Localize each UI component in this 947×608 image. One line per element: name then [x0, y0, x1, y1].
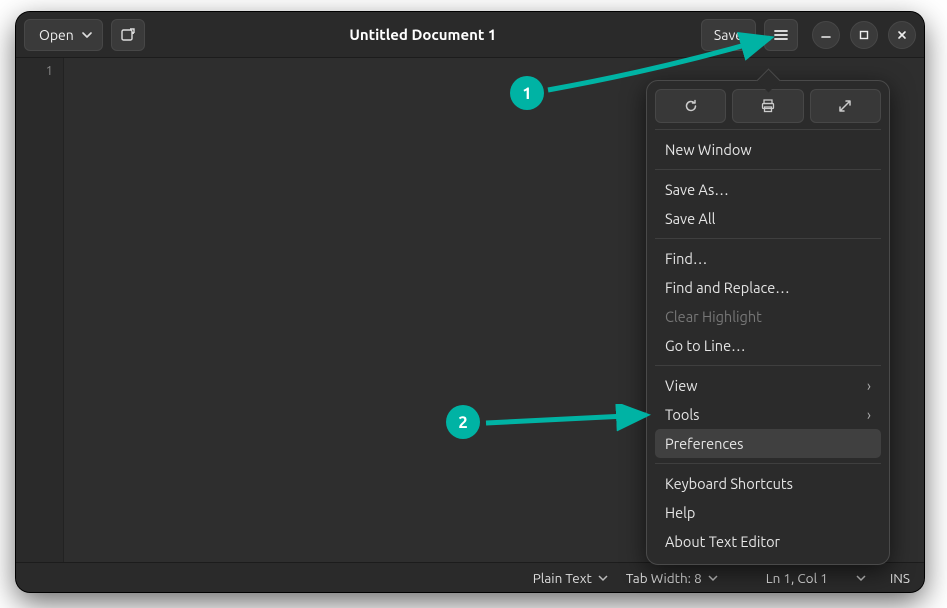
- new-tab-button[interactable]: [111, 19, 145, 51]
- annotation-callout-2: 2: [446, 405, 480, 439]
- status-language-label: Plain Text: [533, 570, 592, 586]
- menu-view[interactable]: View ›: [655, 371, 881, 400]
- new-tab-icon: [120, 27, 136, 43]
- status-tab-width-label: Tab Width: 8: [626, 570, 702, 586]
- menu-label: Help: [665, 504, 695, 521]
- open-label: Open: [39, 27, 74, 43]
- close-icon: [896, 29, 908, 41]
- menu-help[interactable]: Help: [655, 498, 881, 527]
- menu-label: Save As…: [665, 181, 729, 198]
- menu-save-all[interactable]: Save All: [655, 204, 881, 233]
- menu-preferences[interactable]: Preferences: [655, 429, 881, 458]
- menu-label: Preferences: [665, 435, 743, 452]
- menu-goto-line[interactable]: Go to Line…: [655, 331, 881, 360]
- window-controls: [812, 21, 916, 49]
- reload-icon: [683, 98, 699, 114]
- annotation-callout-1: 1: [510, 76, 544, 110]
- menu-label: Tools: [665, 406, 699, 423]
- annotation-arrow-2: [480, 404, 660, 434]
- maximize-icon: [858, 29, 870, 41]
- menu-find-replace[interactable]: Find and Replace…: [655, 273, 881, 302]
- menu-separator: [655, 238, 881, 239]
- menu-save-as[interactable]: Save As…: [655, 175, 881, 204]
- menu-separator: [655, 463, 881, 464]
- chevron-right-icon: ›: [867, 377, 871, 394]
- annotation-arrow-1: [540, 30, 790, 100]
- line-number: 1: [16, 64, 53, 78]
- minimize-icon: [820, 29, 832, 41]
- chevron-down-icon: [82, 30, 92, 40]
- chevron-down-icon: [708, 573, 718, 583]
- line-gutter: 1: [16, 58, 64, 562]
- menu-label: Find…: [665, 250, 707, 267]
- minimize-button[interactable]: [812, 21, 840, 49]
- menu-label: View: [665, 377, 697, 394]
- chevron-down-icon: [598, 573, 608, 583]
- fullscreen-icon: [838, 99, 852, 113]
- annotation-number: 1: [522, 84, 532, 103]
- menu-label: Save All: [665, 210, 715, 227]
- menu-label: Find and Replace…: [665, 279, 790, 296]
- menu-label: About Text Editor: [665, 533, 780, 550]
- open-button[interactable]: Open: [24, 19, 103, 51]
- menu-new-window[interactable]: New Window: [655, 135, 881, 164]
- chevron-right-icon: ›: [867, 406, 871, 423]
- fullscreen-button[interactable]: [810, 89, 881, 123]
- menu-keyboard-shortcuts[interactable]: Keyboard Shortcuts: [655, 469, 881, 498]
- chevron-down-icon[interactable]: [856, 573, 866, 583]
- menu-find[interactable]: Find…: [655, 244, 881, 273]
- status-language[interactable]: Plain Text: [533, 570, 608, 586]
- statusbar: Plain Text Tab Width: 8 Ln 1, Col 1 INS: [16, 562, 924, 592]
- close-button[interactable]: [888, 21, 916, 49]
- menu-label: New Window: [665, 141, 752, 158]
- menu-separator: [655, 169, 881, 170]
- status-insert-label: INS: [890, 570, 910, 586]
- menu-separator: [655, 365, 881, 366]
- status-cursor[interactable]: Ln 1, Col 1: [766, 570, 828, 586]
- menu-label: Clear Highlight: [665, 308, 762, 325]
- menu-about[interactable]: About Text Editor: [655, 527, 881, 556]
- print-icon: [760, 98, 776, 114]
- hamburger-popover: New Window Save As… Save All Find… Find …: [646, 80, 890, 565]
- menu-label: Go to Line…: [665, 337, 746, 354]
- annotation-number: 2: [458, 413, 468, 432]
- status-tab-width[interactable]: Tab Width: 8: [626, 570, 718, 586]
- status-insert-mode[interactable]: INS: [890, 570, 910, 586]
- menu-label: Keyboard Shortcuts: [665, 475, 793, 492]
- menu-clear-highlight: Clear Highlight: [655, 302, 881, 331]
- status-cursor-label: Ln 1, Col 1: [766, 570, 828, 586]
- maximize-button[interactable]: [850, 21, 878, 49]
- menu-tools[interactable]: Tools ›: [655, 400, 881, 429]
- menu-separator: [655, 129, 881, 130]
